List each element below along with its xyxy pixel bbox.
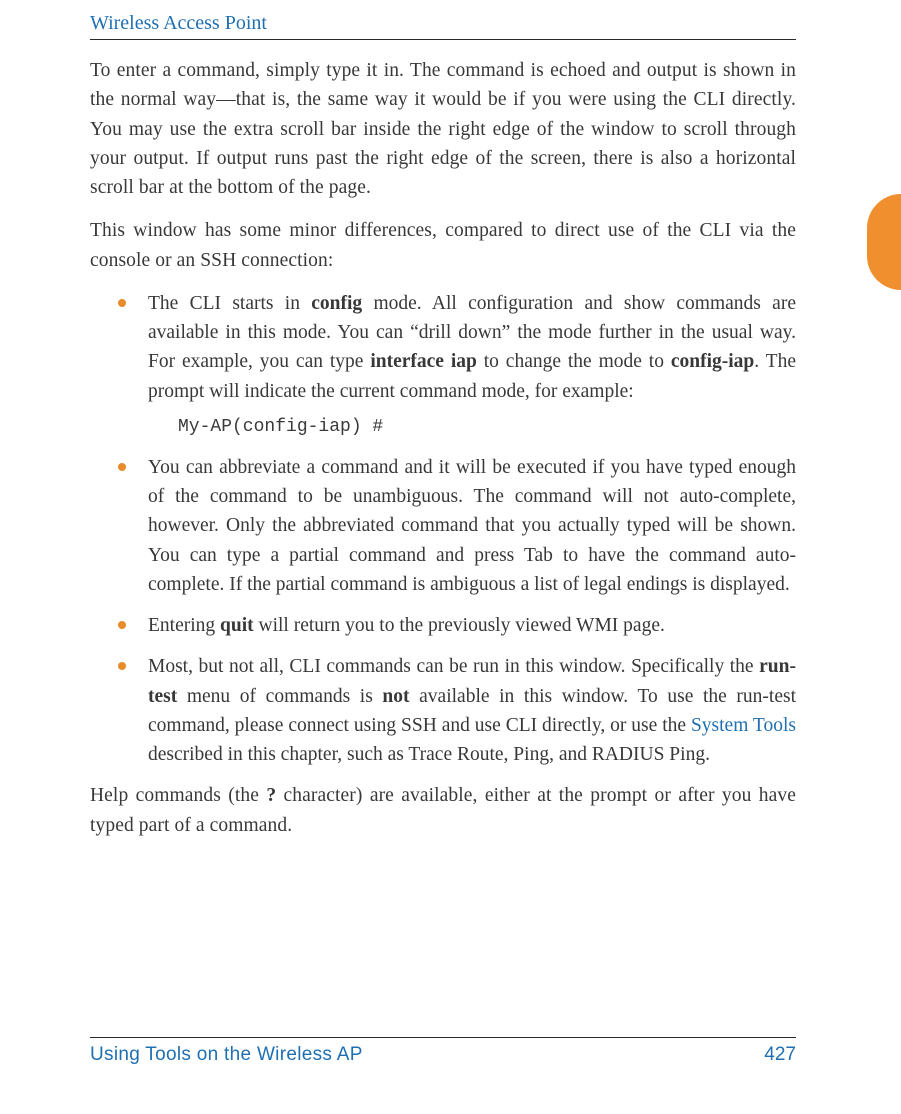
p1-dash: — [216,89,236,110]
system-tools-link[interactable]: System Tools [691,715,796,736]
b3-b: will return you to the previously viewed… [254,615,665,636]
header-rule [90,39,796,40]
page: Wireless Access Point To enter a command… [0,0,901,1114]
bullet-4: Most, but not all, CLI commands can be r… [90,652,796,769]
page-number: 427 [764,1044,796,1066]
bullet-1: The CLI starts in config mode. All confi… [90,289,796,441]
b1-config: config [311,293,362,314]
paragraph-3: Help commands (the ? character) are avai… [90,781,796,840]
bullet-2: You can abbreviate a command and it will… [90,453,796,599]
paragraph-1: To enter a command, simply type it in. T… [90,56,796,202]
b4-b: menu of commands is [177,686,382,707]
header-title: Wireless Access Point [90,12,796,39]
b3-quit: quit [220,615,254,636]
b1-a: The CLI starts in [148,293,311,314]
b4-d: described in this chapter, such as Trace… [148,744,710,765]
b1-c: to change the mode to [477,351,671,372]
footer-rule [90,1037,796,1038]
b3-a: Entering [148,615,220,636]
b1-cfgiap: config-iap [671,351,754,372]
b1-code: My-AP(config-iap) # [178,414,796,441]
p3-a: Help commands (the [90,785,266,806]
footer-row: Using Tools on the Wireless AP 427 [90,1044,796,1066]
paragraph-2: This window has some minor differences, … [90,216,796,275]
b4-a: Most, but not all, CLI commands can be r… [148,656,759,677]
footer: Using Tools on the Wireless AP 427 [90,1037,796,1066]
b4-not: not [382,686,409,707]
bullet-list: The CLI starts in config mode. All confi… [90,289,796,770]
p3-q: ? [266,785,276,806]
bullet-3: Entering quit will return you to the pre… [90,611,796,640]
footer-left: Using Tools on the Wireless AP [90,1044,363,1066]
b1-iface: interface iap [370,351,477,372]
